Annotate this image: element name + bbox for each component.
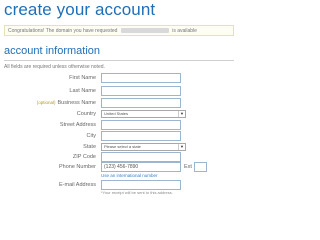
ext-field[interactable] <box>194 162 207 172</box>
country-value: United States <box>104 111 129 116</box>
chevron-down-icon: ▼ <box>178 144 185 150</box>
chevron-down-icon: ▼ <box>178 111 185 117</box>
zip-code-label: ZIP Code <box>72 154 96 160</box>
required-note: All fields are required unless otherwise… <box>4 64 105 70</box>
state-select[interactable]: Please select a state ▼ <box>101 143 186 151</box>
phone-number-value: (123) 456-7890 <box>104 164 139 170</box>
country-select[interactable]: United States ▼ <box>101 110 186 118</box>
state-value: Please select a state <box>104 144 141 149</box>
optional-tag: (optional) <box>36 100 56 105</box>
email-label: E-mail Address <box>59 182 96 188</box>
business-name-field[interactable] <box>101 98 181 108</box>
first-name-field[interactable] <box>101 73 181 83</box>
phone-number-label: Phone Number <box>59 164 96 170</box>
business-name-label: Business Name <box>57 100 96 106</box>
state-label: State <box>83 144 96 150</box>
street-address-field[interactable] <box>101 120 181 130</box>
city-field[interactable] <box>101 131 181 141</box>
international-number-link[interactable]: Use an international number <box>101 173 158 178</box>
first-name-label: First Name <box>69 75 96 81</box>
country-label: Country <box>76 111 96 117</box>
section-title: account information <box>4 45 100 57</box>
redacted-domain <box>120 28 169 34</box>
last-name-field[interactable] <box>101 86 181 96</box>
availability-notice: Congratulations! The domain you have req… <box>4 25 234 36</box>
notice-suffix: is available <box>172 28 197 34</box>
ext-label: Ext <box>184 164 192 170</box>
phone-number-field[interactable]: (123) 456-7890 <box>101 162 181 172</box>
section-divider <box>4 60 234 61</box>
city-label: City <box>86 133 96 139</box>
zip-code-field[interactable] <box>101 152 181 162</box>
street-address-label: Street Address <box>59 122 96 128</box>
notice-prefix: Congratulations! The domain you have req… <box>8 28 118 34</box>
email-field[interactable] <box>101 180 181 190</box>
page-title: create your account <box>4 0 156 19</box>
email-hint: *Your receipt will be sent to this addre… <box>101 190 173 195</box>
business-name-label-row: (optional) Business Name <box>0 98 96 108</box>
last-name-label: Last Name <box>69 88 96 94</box>
